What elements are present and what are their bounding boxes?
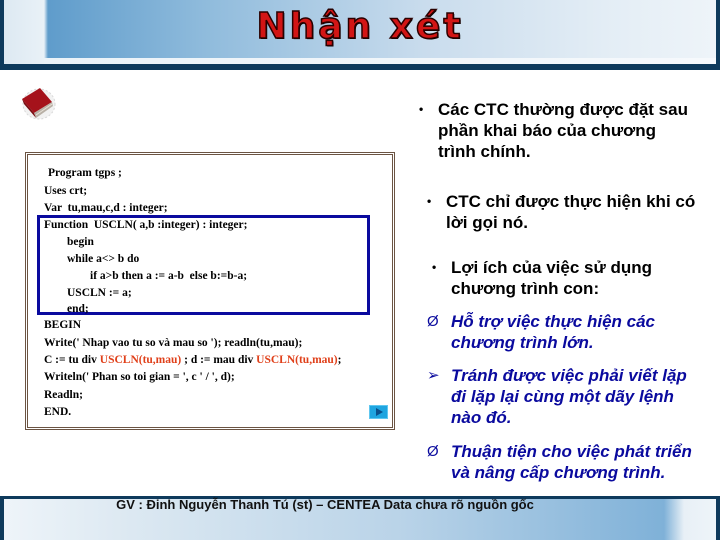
sub-bullet-line: nào đó. — [451, 408, 512, 427]
bullet-line: CTC chỉ được thực hiện khi có — [446, 192, 696, 211]
bullet-line: lời gọi nó. — [446, 213, 528, 232]
bullet-line: Các CTC thường được đặt sau — [438, 100, 688, 119]
sub-bullet-line: đi lặp lại cùng một dãy lệnh — [451, 387, 674, 406]
sub-bullet-line: Thuận tiện cho việc phát triển — [451, 442, 692, 461]
code-line: Var tu,mau,c,d : integer; — [44, 202, 168, 214]
code-line: end; — [44, 303, 89, 315]
sub-bullet-item: ➢ Tránh được việc phải viết lặp đi lặp l… — [427, 365, 708, 428]
sub-bullet-line: và nâng cấp chương trình. — [451, 463, 666, 482]
sub-bullet-item: Ø Thuận tiện cho việc phát triển và nâng… — [427, 441, 708, 483]
bullet-item: • Các CTC thường được đặt sau phần khai … — [419, 99, 708, 162]
footer-credit: GV : Đinh Nguyễn Thanh Tú (st) – CENTEA … — [116, 497, 534, 512]
sub-bullet-line: chương trình lớn. — [451, 333, 594, 352]
code-line: Readln; — [44, 389, 83, 401]
bullet-dot-icon: • — [419, 102, 424, 116]
empty-set-bullet-icon: Ø — [427, 443, 439, 460]
bullet-item: • Lợi ích của việc sử dụng chương trình … — [432, 257, 708, 299]
code-line: Write(' Nhap vao tu so và mau so '); rea… — [44, 337, 303, 349]
next-button[interactable] — [369, 405, 388, 419]
code-line-highlighted: C := tu div USCLN(tu,mau) ; d := mau div… — [44, 352, 341, 369]
slide: Nhận xét Program tgps ; Uses crt; Var tu… — [0, 0, 720, 540]
code-line: if a>b then a := a-b else b:=b-a; — [44, 270, 248, 282]
empty-set-bullet-icon: Ø — [427, 313, 439, 330]
code-line: END. — [44, 406, 72, 418]
code-line: while a<> b do — [44, 253, 140, 265]
code-line: Function USCLN( a,b :integer) : integer; — [44, 219, 248, 231]
bullet-line: Lợi ích của việc sử dụng — [451, 258, 653, 277]
code-line: BEGIN — [44, 319, 82, 331]
function-call-highlight: USCLN(tu,mau) — [99, 354, 182, 366]
sub-bullet-item: Ø Hỗ trợ việc thực hiện các chương trình… — [427, 311, 708, 353]
code-text: ; d := mau div — [181, 354, 257, 366]
code-line: Program tgps ; — [48, 167, 122, 179]
code-line: Uses crt; — [44, 185, 88, 197]
sub-bullet-line: Hỗ trợ việc thực hiện các — [451, 312, 655, 331]
bullet-dot-icon: • — [432, 260, 437, 274]
bullet-item: • CTC chỉ được thực hiện khi có lời gọi … — [427, 191, 708, 233]
code-line: Writeln(' Phan so toi gian = ', c ' / ',… — [44, 371, 235, 383]
code-line: USCLN := a; — [44, 287, 132, 299]
bullet-dot-icon: • — [427, 194, 432, 208]
sub-bullet-line: Tránh được việc phải viết lặp — [451, 366, 687, 385]
bullet-line: phần khai báo của chương — [438, 121, 657, 140]
slide-title: Nhận xét — [256, 5, 464, 48]
arrowhead-bullet-icon: ➢ — [427, 367, 440, 384]
bullet-line: chương trình con: — [451, 279, 600, 298]
book-icon — [22, 88, 56, 120]
code-text: C := tu div — [44, 354, 100, 366]
function-call-highlight: USCLN(tu,mau) — [256, 354, 338, 366]
bullet-line: trình chính. — [438, 142, 531, 161]
code-text: ; — [337, 354, 342, 366]
code-line: begin — [44, 236, 94, 248]
